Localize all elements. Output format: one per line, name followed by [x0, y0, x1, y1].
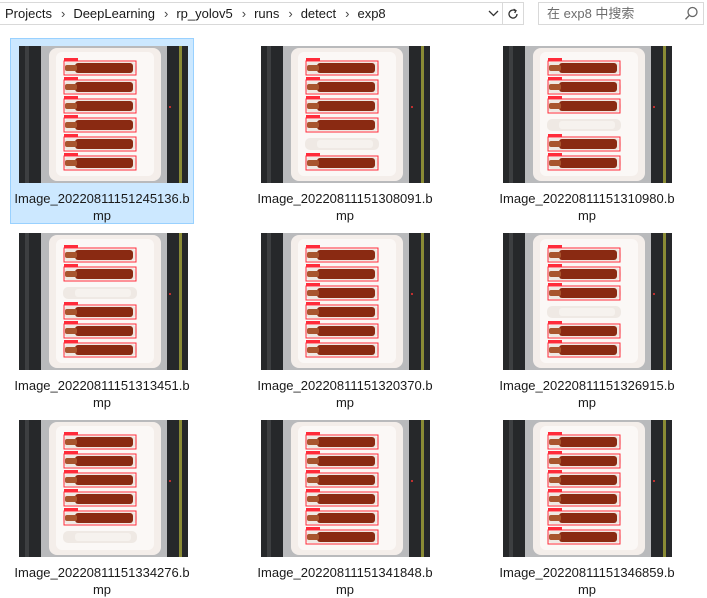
file-item[interactable]: Image_20220811151310980.b mp [495, 38, 679, 224]
file-name: Image_20220811151326915.b mp [499, 378, 675, 410]
breadcrumb-runs[interactable]: runs [248, 6, 286, 21]
breadcrumb-exp8[interactable]: exp8 [351, 6, 392, 21]
search-icon[interactable] [684, 6, 699, 26]
image-thumbnail [19, 233, 188, 370]
file-name: Image_20220811151308091.b mp [257, 191, 433, 223]
search-box[interactable] [538, 2, 704, 25]
image-thumbnail [261, 46, 430, 183]
file-item[interactable]: Image_20220811151326915.b mp [495, 225, 679, 411]
breadcrumb-projects[interactable]: Projects [0, 6, 59, 21]
image-thumbnail [503, 420, 672, 557]
toolbar: Projects › DeepLearning › rp_yolov5 › ru… [0, 0, 707, 28]
breadcrumb-detect[interactable]: detect [295, 6, 343, 21]
breadcrumb-rp-yolov5[interactable]: rp_yolov5 [170, 6, 239, 21]
file-name: Image_20220811151320370.b mp [257, 378, 433, 410]
breadcrumb-separator-icon[interactable]: › [286, 6, 294, 21]
file-name: Image_20220811151334276.b mp [14, 565, 190, 597]
chevron-down-icon[interactable] [483, 3, 503, 24]
image-thumbnail [19, 46, 188, 183]
image-thumbnail [261, 420, 430, 557]
file-item[interactable]: Image_20220811151313451.b mp [10, 225, 194, 411]
file-item[interactable]: Image_20220811151245136.b mp [10, 38, 194, 224]
file-item[interactable]: Image_20220811151334276.b mp [10, 412, 194, 598]
image-thumbnail [261, 233, 430, 370]
file-name: Image_20220811151245136.b mp [14, 191, 190, 223]
file-name: Image_20220811151341848.b mp [257, 565, 433, 597]
file-item[interactable]: Image_20220811151346859.b mp [495, 412, 679, 598]
search-input[interactable] [539, 6, 677, 21]
breadcrumb-separator-icon[interactable]: › [162, 6, 170, 21]
file-name: Image_20220811151313451.b mp [14, 378, 190, 410]
file-item[interactable]: Image_20220811151308091.b mp [253, 38, 437, 224]
image-thumbnail [503, 46, 672, 183]
file-item[interactable]: Image_20220811151341848.b mp [253, 412, 437, 598]
breadcrumb-separator-icon[interactable]: › [59, 6, 67, 21]
breadcrumb-separator-icon[interactable]: › [240, 6, 248, 21]
image-thumbnail [503, 233, 672, 370]
file-name: Image_20220811151346859.b mp [499, 565, 675, 597]
file-grid: Image_20220811151245136.b mp Image_202208… [0, 34, 707, 597]
file-item[interactable]: Image_20220811151320370.b mp [253, 225, 437, 411]
refresh-icon[interactable] [502, 3, 523, 24]
breadcrumb-separator-icon[interactable]: › [343, 6, 351, 21]
file-name: Image_20220811151310980.b mp [499, 191, 675, 223]
breadcrumb-deeplearning[interactable]: DeepLearning [67, 6, 162, 21]
image-thumbnail [19, 420, 188, 557]
address-bar[interactable]: Projects › DeepLearning › rp_yolov5 › ru… [0, 2, 524, 25]
